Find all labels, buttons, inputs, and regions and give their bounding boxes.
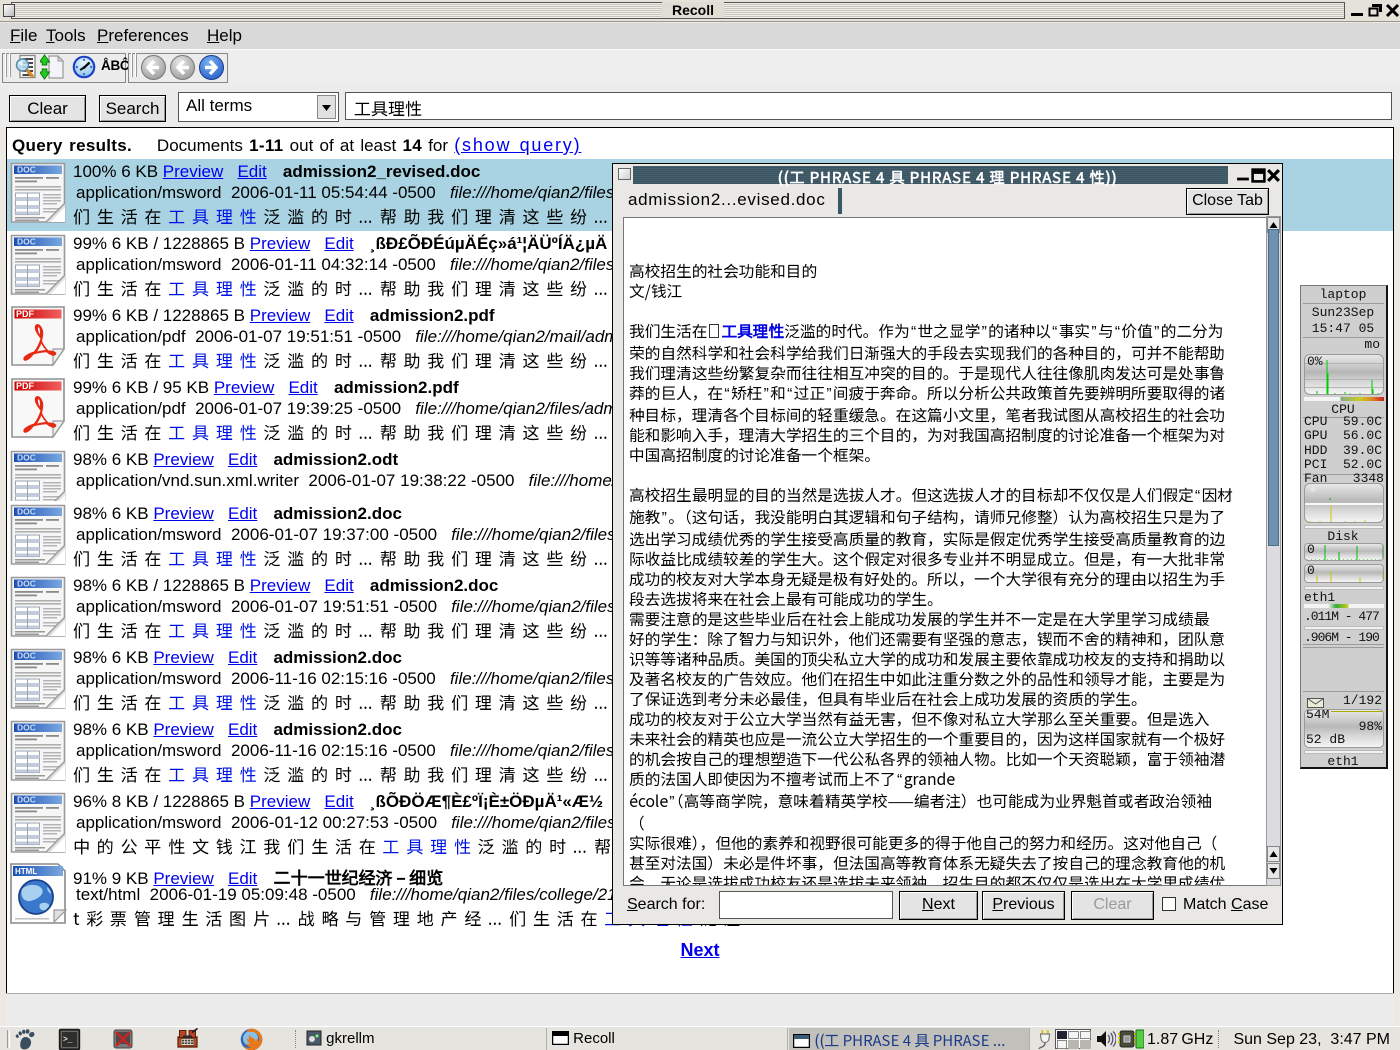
svg-text:DOC: DOC <box>17 795 36 805</box>
svg-text:PDF: PDF <box>16 309 35 319</box>
svg-text:DOC: DOC <box>17 507 36 517</box>
svg-text:HTML: HTML <box>15 867 37 876</box>
svg-text:DOC: DOC <box>17 453 36 463</box>
svg-text:DOC: DOC <box>17 237 36 247</box>
svg-text:DOC: DOC <box>17 579 36 589</box>
svg-text:>_: >_ <box>63 1036 73 1045</box>
svg-text:DOC: DOC <box>17 723 36 733</box>
svg-text:DOC: DOC <box>17 651 36 661</box>
svg-text:PDF: PDF <box>16 381 35 391</box>
svg-text:DOC: DOC <box>17 165 36 175</box>
